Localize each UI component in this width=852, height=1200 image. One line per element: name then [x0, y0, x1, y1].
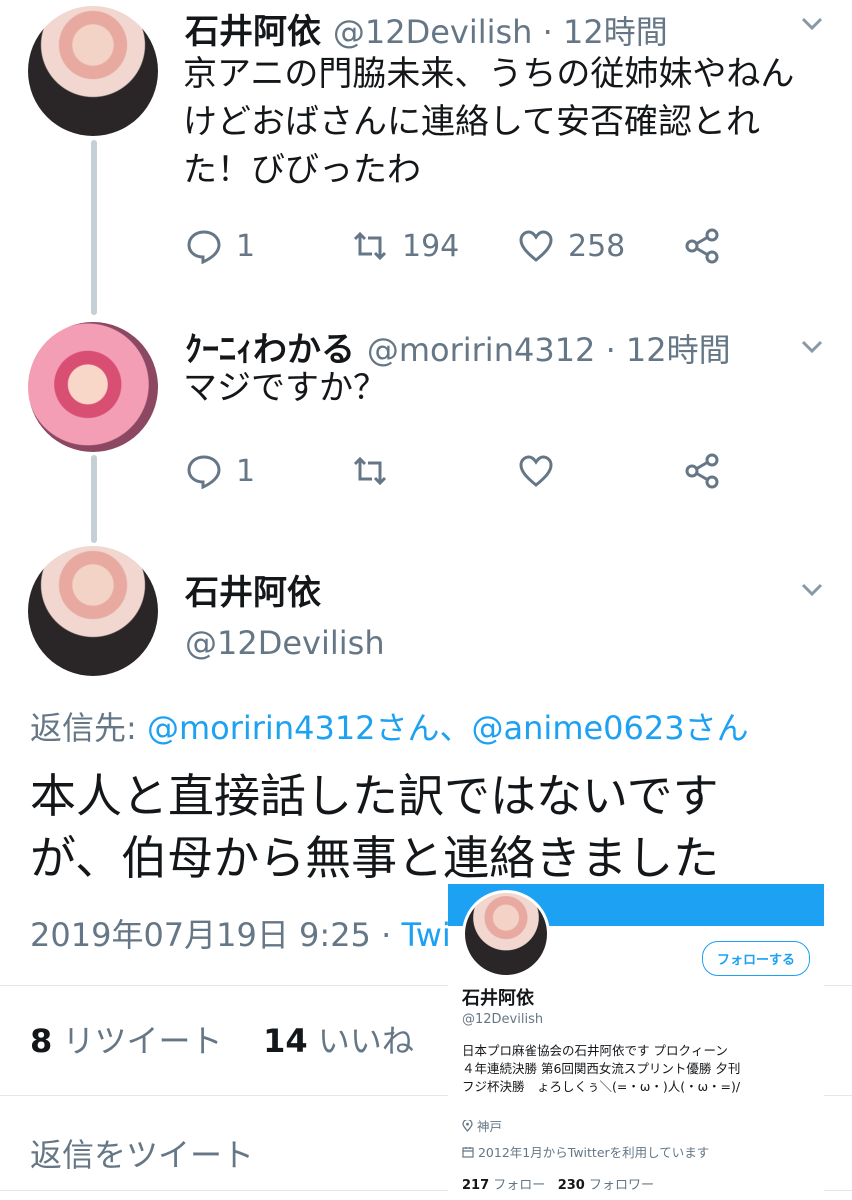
- like-button[interactable]: 258: [518, 228, 625, 264]
- following-label: フォロー: [489, 1178, 546, 1193]
- like-label: いいね: [307, 1022, 414, 1060]
- tweet-handle: @12Devilish · 12時間: [332, 13, 668, 51]
- tweet-source[interactable]: Twi: [401, 916, 450, 954]
- tweet-stats[interactable]: 8 リツイート 14 いいね: [30, 1016, 414, 1062]
- profile-location: 神戸: [462, 1116, 502, 1135]
- follow-button[interactable]: フォローする: [701, 941, 810, 976]
- reply-count: 1: [236, 228, 256, 264]
- tweet-author[interactable]: 石井阿依: [185, 565, 321, 614]
- share-button[interactable]: [684, 453, 720, 489]
- retweet-button[interactable]: 194: [352, 228, 459, 264]
- tweet-text: 京アニの門脇未来、うちの従姉妹やねん けどおばさんに連絡して安否確認とれ た！び…: [183, 54, 795, 190]
- like-count: 14: [263, 1022, 308, 1060]
- profile-card: フォローする 石井阿依 @12Devilish 日本プロ麻雀協会の石井阿依です …: [448, 884, 824, 1200]
- retweet-icon: [353, 456, 387, 486]
- like-button[interactable]: [518, 453, 554, 489]
- retweet-count: 194: [402, 228, 460, 264]
- reply-icon: [187, 455, 221, 489]
- followers-count: 230: [557, 1178, 585, 1193]
- reply-button[interactable]: 1: [186, 228, 255, 264]
- tweet-date: 2019年07月19日 9:25 ·: [30, 916, 402, 954]
- retweet-count: 8: [30, 1022, 53, 1060]
- reply-icon: [187, 230, 221, 264]
- thread-line: [91, 140, 97, 315]
- reply-count: 1: [236, 453, 256, 489]
- share-button[interactable]: [684, 228, 720, 264]
- reply-button[interactable]: 1: [186, 453, 255, 489]
- profile-bio: 日本プロ麻雀協会の石井阿依です プロクィーン ４年連続決勝 第6回関西女流スプリ…: [462, 1043, 741, 1094]
- chevron-down-icon[interactable]: [800, 333, 824, 361]
- avatar[interactable]: [28, 546, 158, 676]
- chevron-down-icon[interactable]: [800, 10, 824, 38]
- profile-stats[interactable]: 217 フォロー 230 フォロワー: [462, 1174, 654, 1193]
- location-text: 神戸: [476, 1119, 502, 1134]
- avatar[interactable]: [28, 6, 158, 136]
- share-icon: [685, 228, 719, 264]
- location-icon: [462, 1118, 473, 1132]
- retweet-icon: [353, 231, 387, 261]
- like-icon: [519, 455, 553, 487]
- tweet-handle[interactable]: @12Devilish: [185, 624, 385, 662]
- profile-avatar[interactable]: [462, 890, 550, 978]
- like-count: 258: [568, 228, 626, 264]
- joined-text: 2012年1月からTwitterを利用しています: [477, 1145, 710, 1160]
- main-tweet-text: 本人と直接話した訳ではないです が、伯母から無事と連絡きました: [30, 769, 720, 885]
- reply-to-label: 返信先:: [30, 709, 147, 747]
- reply-input[interactable]: 返信をツイート: [30, 1130, 254, 1176]
- calendar-icon: [462, 1147, 474, 1158]
- followers-label: フォロワー: [584, 1178, 654, 1193]
- profile-joined: 2012年1月からTwitterを利用しています: [462, 1142, 709, 1161]
- tweet-text: マジですか？: [183, 368, 387, 408]
- reply-to-mentions[interactable]: @moririn4312さん、@anime0623さん: [147, 709, 749, 747]
- retweet-label: リツイート: [52, 1022, 223, 1060]
- tweet-timestamp: 2019年07月19日 9:25 · Twi: [30, 910, 451, 956]
- like-icon: [519, 230, 553, 262]
- reply-to: 返信先: @moririn4312さん、@anime0623さん: [30, 703, 749, 749]
- tweet-author[interactable]: 石井阿依 @12Devilish · 12時間: [185, 4, 668, 53]
- chevron-down-icon[interactable]: [800, 576, 824, 604]
- profile-handle[interactable]: @12Devilish: [462, 1012, 543, 1027]
- following-count: 217: [462, 1178, 490, 1193]
- retweet-button[interactable]: [352, 453, 388, 489]
- thread-line: [91, 455, 97, 543]
- share-icon: [685, 453, 719, 489]
- avatar[interactable]: [28, 322, 158, 452]
- profile-name[interactable]: 石井阿依: [462, 984, 534, 1010]
